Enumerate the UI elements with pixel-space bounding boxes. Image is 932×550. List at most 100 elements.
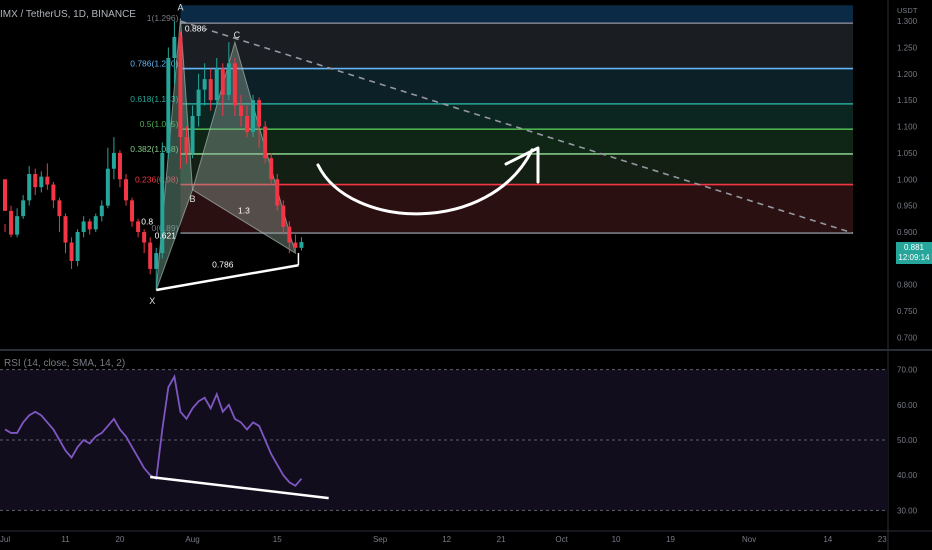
price-tick-label: 1.000 — [897, 175, 918, 184]
candle-body — [51, 184, 56, 201]
price-tick-label: 0.750 — [897, 307, 918, 316]
price-chart[interactable]: 1(1.296)0.786(1.210)0.618(1.143)0.5(1.09… — [0, 0, 932, 550]
fib-level-label: 1(1.296) — [147, 13, 179, 23]
candle-body — [124, 179, 128, 201]
candle-body — [3, 179, 7, 211]
price-tick-label: 0.800 — [897, 281, 918, 290]
candle-body — [87, 221, 92, 230]
price-tick-label: 1.250 — [897, 43, 918, 52]
last-price-tag: 0.881 12:09:14 — [896, 242, 932, 264]
time-tick-label: 14 — [823, 535, 832, 544]
candle-body — [27, 174, 32, 201]
candle-body — [190, 116, 195, 153]
price-tick-label: 0.900 — [897, 228, 918, 237]
time-tick-label: Oct — [555, 535, 568, 544]
pattern-point-label: A — [177, 2, 183, 12]
fib-band — [180, 23, 853, 69]
time-tick-label: 15 — [273, 535, 282, 544]
pattern-ratio-label: 0.621 — [155, 230, 177, 240]
candle-body — [263, 126, 268, 159]
bar-countdown: 12:09:14 — [898, 253, 930, 262]
time-tick-label: 12 — [442, 535, 451, 544]
candle-body — [184, 137, 189, 153]
candle-body — [148, 242, 153, 269]
candle-body — [117, 152, 122, 180]
candle-body — [9, 210, 14, 235]
candle-body — [220, 68, 225, 95]
pattern-ratio-label: 1.3 — [238, 206, 250, 216]
candle-body — [105, 168, 110, 206]
candle-body — [251, 100, 256, 132]
time-tick-label: Aug — [185, 535, 199, 544]
candle-body — [63, 216, 68, 243]
candle-body — [172, 36, 177, 58]
pattern-ratio-label: 0.786 — [212, 259, 234, 269]
time-tick-label: 23 — [878, 535, 887, 544]
candle-body — [69, 242, 74, 261]
price-tick-label: 1.100 — [897, 123, 918, 132]
time-tick-label: Nov — [742, 535, 756, 544]
price-tick-label: 1.300 — [897, 17, 918, 26]
currency-label: USDT — [897, 6, 918, 15]
candle-body — [245, 116, 249, 132]
price-tick-label: 1.150 — [897, 96, 918, 105]
price-tick-label: 0.950 — [897, 202, 918, 211]
time-tick-label: Jul — [0, 535, 10, 544]
candle-body — [166, 58, 171, 153]
time-tick-label: 11 — [61, 535, 70, 544]
fib-band — [180, 5, 853, 24]
candle-body — [33, 174, 38, 188]
candle-body — [293, 242, 298, 248]
candle-body — [232, 63, 237, 106]
candle-body — [81, 221, 86, 232]
fib-level-label: 0.618(1.143) — [130, 94, 178, 104]
pattern-ratio-label: 0.8 — [141, 217, 153, 227]
pattern-point-label: B — [190, 194, 196, 204]
price-tick-label: 1.200 — [897, 70, 918, 79]
time-tick-label: 10 — [612, 535, 621, 544]
candle-body — [15, 216, 20, 235]
candle-body — [275, 179, 280, 206]
time-tick-label: 21 — [497, 535, 506, 544]
fib-level-label: 0.786(1.210) — [130, 59, 178, 69]
candle-body — [99, 205, 104, 217]
candle-body — [75, 232, 80, 261]
rsi-tick-label: 40.00 — [897, 471, 918, 480]
candle-body — [299, 242, 304, 248]
pattern-point-label: X — [149, 296, 155, 306]
price-tick-label: 1.050 — [897, 149, 918, 158]
candle-body — [136, 221, 141, 232]
candle-body — [45, 176, 50, 185]
rsi-tick-label: 50.00 — [897, 436, 918, 445]
candle-body — [269, 158, 274, 180]
candle-body — [21, 200, 26, 217]
candle-body — [281, 205, 286, 227]
time-tick-label: Sep — [373, 535, 388, 544]
last-price: 0.881 — [903, 243, 925, 252]
fib-band — [180, 68, 853, 104]
candle-body — [57, 200, 62, 217]
candle-body — [154, 253, 159, 269]
candle-body — [202, 79, 207, 90]
candle-body — [142, 232, 147, 243]
time-tick-label: 20 — [115, 535, 124, 544]
price-tick-label: 0.700 — [897, 333, 918, 342]
rsi-tick-label: 70.00 — [897, 366, 918, 375]
candle-body — [39, 176, 44, 188]
candle-body — [257, 100, 262, 127]
candle-body — [93, 216, 98, 230]
time-tick-label: 19 — [666, 535, 675, 544]
rsi-tick-label: 60.00 — [897, 401, 918, 410]
rsi-indicator-title: RSI (14, close, SMA, 14, 2) — [4, 358, 126, 369]
candle-body — [226, 63, 231, 95]
rsi-tick-label: 30.00 — [897, 506, 918, 515]
fib-band — [180, 129, 853, 154]
candle-body — [214, 68, 219, 101]
candle-body — [287, 226, 292, 243]
candle-body — [238, 105, 243, 116]
symbol-header: IMX / TetherUS, 1D, BINANCE — [0, 9, 136, 20]
candle-body — [196, 89, 201, 116]
fib-band — [180, 103, 853, 130]
candle-body — [111, 152, 116, 169]
candle-body — [178, 36, 183, 138]
